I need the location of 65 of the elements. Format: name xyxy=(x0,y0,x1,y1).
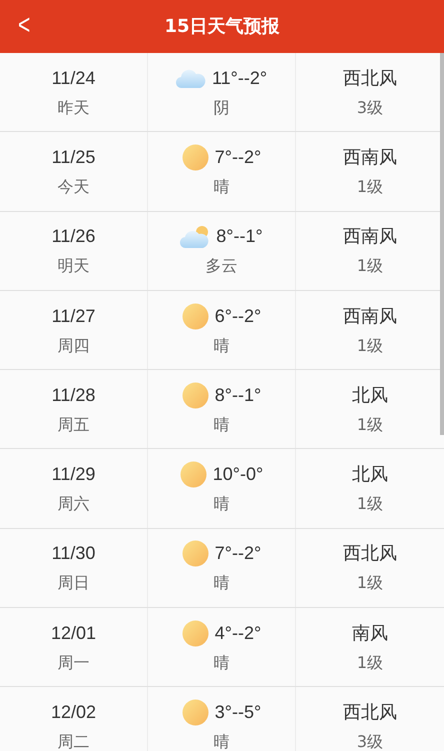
date-text: 11/29 xyxy=(52,463,96,486)
wind-level-text: 1级 xyxy=(356,334,384,357)
day-text: 昨天 xyxy=(58,96,90,119)
date-text: 11/28 xyxy=(52,384,96,407)
weather-text: 晴 xyxy=(214,731,230,751)
date-text: 11/24 xyxy=(52,66,96,90)
date-text: 11/26 xyxy=(52,225,96,248)
temperature-text: 11°--2° xyxy=(212,66,268,90)
weather-text: 晴 xyxy=(214,572,230,594)
wind-direction-text: 西北风 xyxy=(343,66,397,91)
sun-icon xyxy=(182,302,209,330)
day-text: 周五 xyxy=(58,414,90,436)
wind-direction-text: 北风 xyxy=(352,384,388,408)
cloud-icon xyxy=(176,67,206,90)
temperature-text: 3°--5° xyxy=(214,701,262,724)
temperature-text: 6°--2° xyxy=(214,304,262,328)
sun-icon xyxy=(182,620,209,647)
day-text: 今天 xyxy=(58,176,90,198)
wind-direction-text: 西北风 xyxy=(343,701,397,726)
wind-level-text: 1级 xyxy=(356,493,384,516)
weather-text: 晴 xyxy=(214,493,230,516)
sun-icon xyxy=(182,144,209,171)
wind-level-text: 1级 xyxy=(356,652,384,674)
day-text: 周四 xyxy=(58,334,90,357)
temperature-text: 10°-0° xyxy=(212,463,264,486)
weather-text: 多云 xyxy=(206,255,238,278)
back-button[interactable]: < xyxy=(18,8,30,42)
temperature-text: 8°--1° xyxy=(216,225,263,248)
day-text: 周日 xyxy=(58,572,90,594)
weather-text: 阴 xyxy=(214,96,230,119)
date-text: 11/25 xyxy=(52,146,96,169)
wind-level-text: 1级 xyxy=(356,572,384,594)
weather-text: 晴 xyxy=(214,652,230,674)
wind-direction-text: 西南风 xyxy=(343,146,397,170)
sun-icon xyxy=(182,382,209,409)
page-title: 15日天气预报 xyxy=(164,15,280,39)
day-text: 周一 xyxy=(58,652,90,674)
wind-direction-text: 西南风 xyxy=(343,304,397,329)
temperature-text: 7°--2° xyxy=(214,146,262,169)
day-text: 周六 xyxy=(58,493,90,516)
weather-text: 晴 xyxy=(214,176,230,198)
sun-icon xyxy=(182,540,209,568)
wind-direction-text: 南风 xyxy=(352,622,388,646)
day-text: 周二 xyxy=(58,731,90,751)
weather-text: 晴 xyxy=(214,334,230,357)
date-text: 12/02 xyxy=(50,701,96,724)
date-text: 11/30 xyxy=(52,542,96,566)
wind-direction-text: 西南风 xyxy=(343,225,397,250)
wind-level-text: 1级 xyxy=(356,255,384,278)
wind-level-text: 3级 xyxy=(356,96,384,119)
wind-level-text: 3级 xyxy=(356,731,384,751)
sun-icon xyxy=(182,699,209,726)
temperature-text: 7°--2° xyxy=(214,542,262,566)
temperature-text: 8°--1° xyxy=(214,384,262,407)
date-text: 12/01 xyxy=(50,622,96,645)
sun-behind-cloud-icon xyxy=(180,224,210,249)
wind-level-text: 1级 xyxy=(356,176,384,198)
wind-level-text: 1级 xyxy=(356,414,384,436)
wind-direction-text: 西北风 xyxy=(343,542,397,566)
sun-icon xyxy=(180,461,207,488)
date-text: 11/27 xyxy=(52,304,96,328)
day-text: 明天 xyxy=(58,255,90,278)
weather-text: 晴 xyxy=(214,414,230,436)
temperature-text: 4°--2° xyxy=(214,622,262,645)
wind-direction-text: 北风 xyxy=(352,463,388,488)
